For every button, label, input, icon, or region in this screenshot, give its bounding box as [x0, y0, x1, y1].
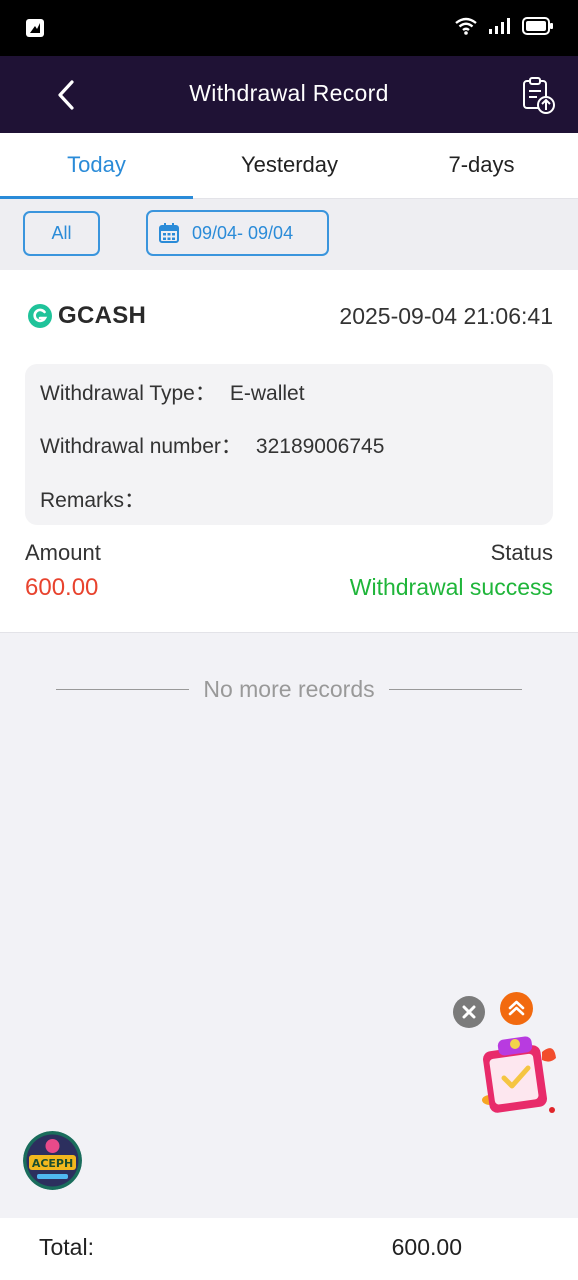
- double-chevron-up-icon: [508, 1000, 525, 1016]
- aceph-logo-icon: ACEPH: [23, 1131, 82, 1190]
- battery-icon: [522, 17, 553, 35]
- remarks-row: Remarks：: [40, 484, 145, 514]
- withdrawal-record-card[interactable]: GCASH 2025-09-04 21:06:41 Withdrawal Typ…: [0, 270, 578, 633]
- record-datetime: 2025-09-04 21:06:41: [339, 303, 553, 329]
- divider: [56, 689, 190, 690]
- remarks-label: Remarks：: [40, 489, 146, 512]
- no-more-records-text: No more records: [203, 676, 375, 702]
- status-value: Withdrawal success: [349, 574, 553, 600]
- tab-yesterday[interactable]: Yesterday: [193, 133, 386, 199]
- withdrawal-type-label: Withdrawal Type：: [40, 382, 216, 405]
- close-promo-button[interactable]: [453, 996, 485, 1028]
- date-range-text: 09/04- 09/04: [192, 222, 294, 243]
- withdrawal-type-value: E-wallet: [229, 382, 305, 405]
- amount-value: 600.00: [25, 574, 99, 601]
- total-footer: Total: 600.00: [0, 1218, 578, 1280]
- promo-gift-button[interactable]: [472, 1034, 564, 1118]
- page-title: Withdrawal Record: [189, 80, 389, 106]
- status-label: Status: [490, 540, 553, 565]
- divider: [388, 689, 522, 690]
- tab-7-days[interactable]: 7-days: [385, 133, 578, 199]
- calendar-icon: [159, 223, 179, 243]
- avatar-text: ACEPH: [32, 1157, 73, 1170]
- signal-icon: [489, 18, 510, 34]
- record-details: Withdrawal Type： E-wallet Withdrawal numb…: [25, 364, 553, 525]
- total-value: 600.00: [391, 1234, 462, 1260]
- system-status-bar: [0, 0, 578, 56]
- app-header: Withdrawal Record: [0, 56, 578, 133]
- list-end-indicator: No more records: [56, 676, 522, 703]
- withdrawal-number-value: 32189006745: [255, 435, 385, 458]
- date-range-button[interactable]: 09/04- 09/04: [146, 210, 329, 256]
- filter-bar: All 09/04- 09/04: [0, 199, 578, 270]
- clipboard-upload-icon: [523, 77, 555, 114]
- withdrawal-number-row: Withdrawal number： 32189006745: [40, 430, 384, 460]
- gift-box-icon: [482, 1036, 556, 1113]
- gcash-logo-icon: [28, 304, 52, 328]
- total-label: Total:: [39, 1234, 94, 1260]
- filter-all-button[interactable]: All: [23, 211, 100, 256]
- date-tabs: Today Yesterday 7-days: [0, 133, 578, 199]
- user-avatar[interactable]: ACEPH: [23, 1131, 82, 1190]
- tab-today[interactable]: Today: [0, 133, 193, 199]
- notification-icon: [26, 19, 44, 37]
- close-icon: [462, 1005, 476, 1019]
- payment-method: GCASH: [27, 302, 146, 330]
- scroll-top-button[interactable]: [500, 992, 533, 1025]
- withdrawal-type-row: Withdrawal Type： E-wallet: [40, 377, 305, 407]
- wifi-icon: [455, 17, 477, 35]
- amount-label: Amount: [25, 540, 101, 565]
- payment-method-name: GCASH: [58, 302, 147, 329]
- upload-record-button[interactable]: [520, 76, 556, 114]
- withdrawal-number-label: Withdrawal number：: [40, 435, 242, 458]
